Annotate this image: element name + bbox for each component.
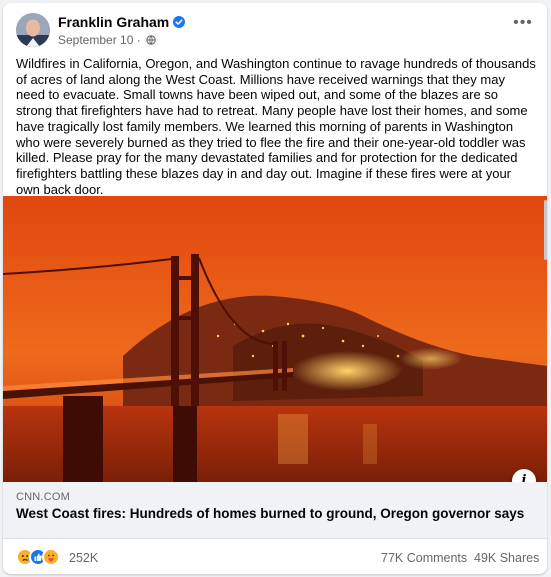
scrollbar-thumb[interactable] xyxy=(544,200,547,260)
reactions-count[interactable]: 252K xyxy=(69,551,98,565)
more-options-icon[interactable]: ••• xyxy=(508,13,538,35)
engagement-bar: 252K 77K Comments 49K Shares xyxy=(3,543,547,571)
link-domain: CNN.COM xyxy=(16,491,70,503)
link-headline[interactable]: West Coast fires: Hundreds of homes burn… xyxy=(16,506,526,522)
post-header: Franklin Graham September 10 · ••• xyxy=(3,3,547,49)
post-meta: September 10 · xyxy=(58,33,156,47)
author-name-label[interactable]: Franklin Graham xyxy=(58,14,169,30)
globe-icon xyxy=(146,34,156,45)
care-reaction-icon xyxy=(42,548,60,566)
author-name[interactable]: Franklin Graham xyxy=(58,14,186,30)
verified-badge-icon xyxy=(173,16,186,28)
post-image[interactable] xyxy=(3,196,547,482)
post-date[interactable]: September 10 xyxy=(58,33,133,47)
meta-separator: · xyxy=(136,33,141,47)
comments-count[interactable]: 77K Comments xyxy=(381,551,467,565)
author-avatar[interactable] xyxy=(16,13,50,47)
wildfire-bridge-image xyxy=(3,196,547,482)
link-preview[interactable]: CNN.COM West Coast fires: Hundreds of ho… xyxy=(3,482,547,539)
shares-count[interactable]: 49K Shares xyxy=(474,551,539,565)
post-text: Wildfires in California, Oregon, and Was… xyxy=(16,56,536,197)
post-card: Franklin Graham September 10 · ••• Wildf… xyxy=(3,3,547,574)
